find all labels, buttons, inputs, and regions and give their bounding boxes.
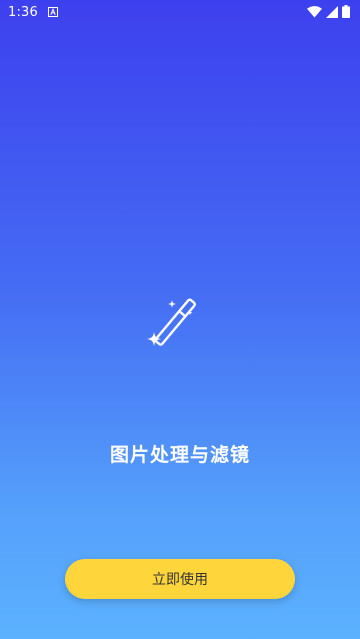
status-bar: 1:36 xyxy=(0,0,360,24)
start-button[interactable]: 立即使用 xyxy=(65,559,295,599)
battery-icon xyxy=(342,3,350,22)
status-icons xyxy=(307,3,350,22)
splash-screen: 1:36 图片处理与滤镜 立即使用 xyxy=(0,0,360,639)
wifi-icon xyxy=(307,3,322,22)
signal-icon xyxy=(326,3,338,22)
font-a-icon xyxy=(48,7,58,17)
status-time: 1:36 xyxy=(8,4,38,20)
app-title: 图片处理与滤镜 xyxy=(109,444,250,466)
magic-wand-icon xyxy=(140,296,204,360)
